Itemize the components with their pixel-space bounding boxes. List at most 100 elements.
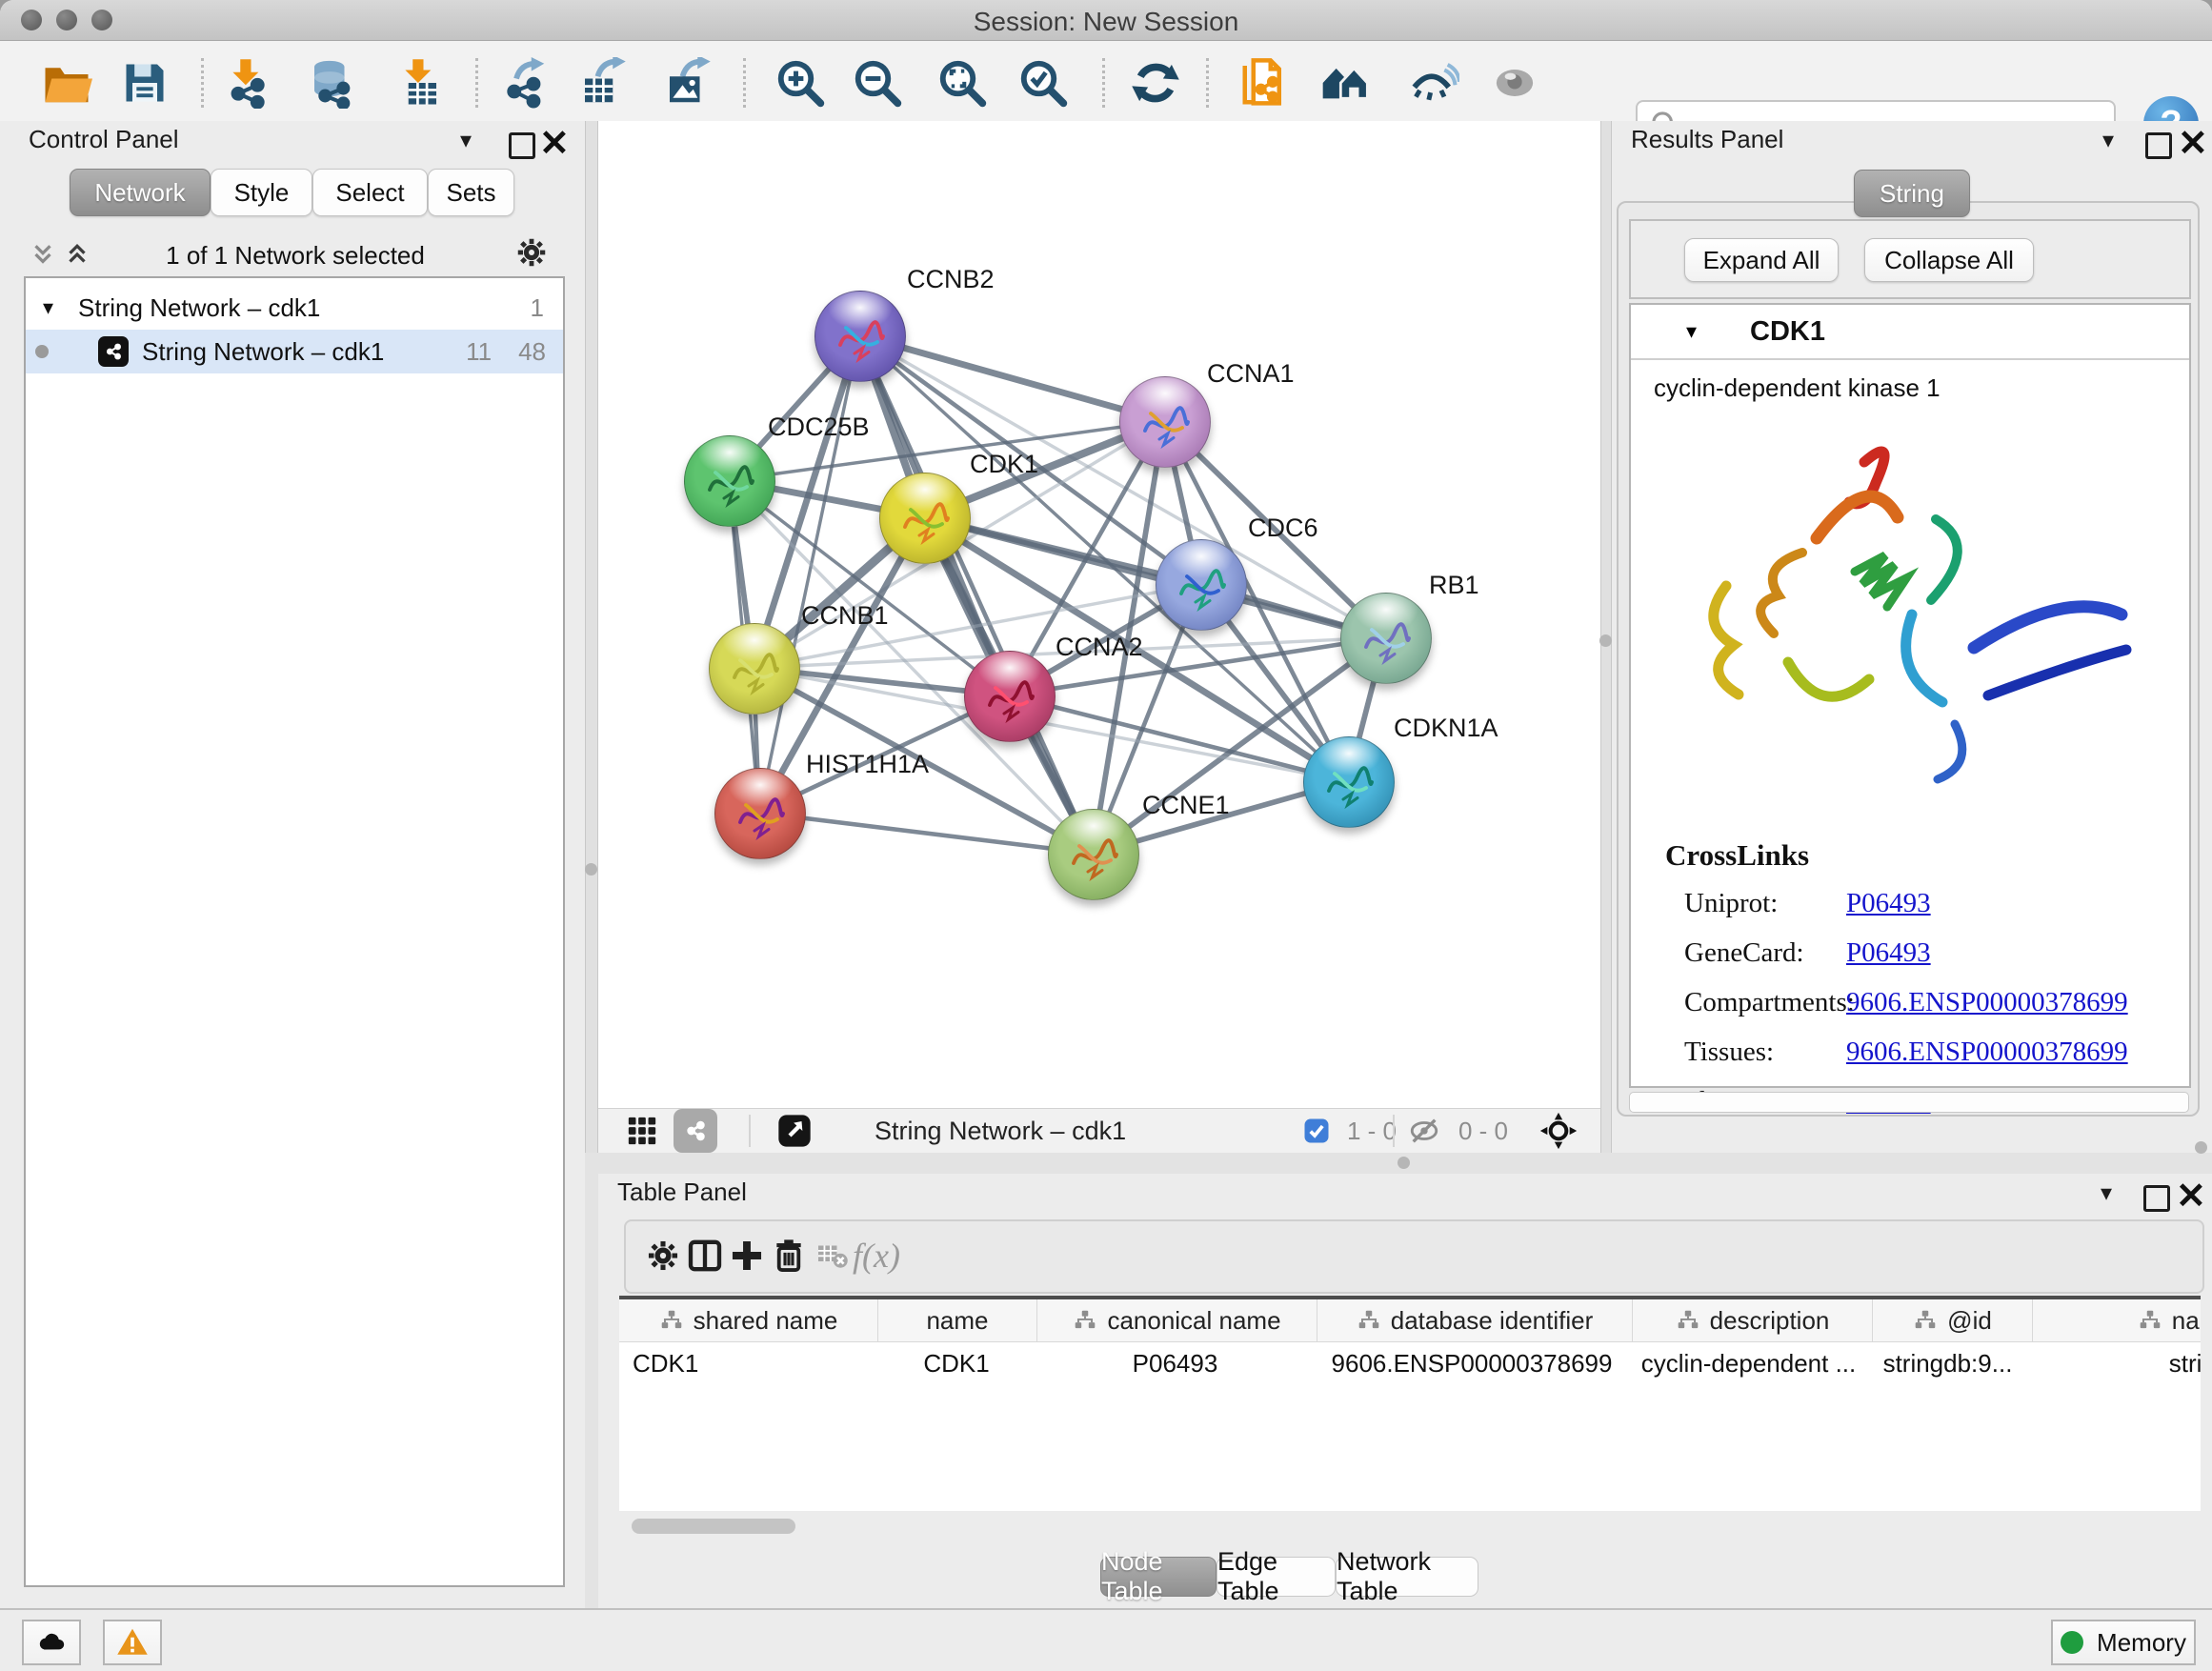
results-panel-close-icon[interactable]: ✕	[2178, 127, 2208, 161]
table-cell[interactable]: CDK1	[619, 1342, 877, 1384]
left-splitter-handle[interactable]	[585, 863, 597, 876]
import-table-button[interactable]	[391, 54, 448, 111]
crosslink-label: GeneCard:	[1684, 937, 1846, 969]
left-splitter[interactable]	[585, 121, 598, 1153]
horizontal-splitter-handle[interactable]	[1398, 1157, 1410, 1169]
tab-sets[interactable]: Sets	[428, 169, 514, 216]
home-button[interactable]	[1317, 54, 1374, 111]
control-panel-close-icon[interactable]: ✕	[539, 127, 570, 161]
network-node-cdk1[interactable]	[879, 473, 971, 564]
scrollbar-thumb[interactable]	[632, 1519, 795, 1534]
tree-expand-icon[interactable]: ▾	[43, 295, 53, 320]
crosslink-label: Compartments:	[1684, 987, 1846, 1018]
table-cell[interactable]: CDK1	[877, 1342, 1036, 1384]
table-panel-menu-icon[interactable]: ▾	[2101, 1176, 2112, 1210]
results-horizontal-scrollbar[interactable]	[1629, 1092, 2189, 1113]
network-node-ccna2[interactable]	[964, 651, 1056, 742]
save-session-button[interactable]	[116, 54, 173, 111]
results-splitter-handle[interactable]	[2195, 1141, 2207, 1154]
zoom-out-button[interactable]	[849, 54, 906, 111]
cdk1-section-header[interactable]: ▾ CDK1	[1631, 305, 2189, 360]
crosslink-value-link[interactable]: P06493	[1846, 937, 1931, 969]
import-network-button[interactable]	[218, 54, 275, 111]
refresh-view-button[interactable]	[1127, 54, 1184, 111]
selected-checkbox-icon[interactable]	[1299, 1113, 1334, 1149]
expand-all-button[interactable]: Expand All	[1684, 238, 1839, 282]
expand-all-icon[interactable]	[63, 237, 91, 272]
crosslink-value-link[interactable]: P06493	[1846, 888, 1931, 919]
import-network-database-button[interactable]	[303, 54, 360, 111]
string-view-icon[interactable]	[671, 1113, 720, 1149]
table-horizontal-scrollbar[interactable]	[624, 1517, 2201, 1536]
network-node-rb1[interactable]	[1340, 593, 1432, 684]
hidden-counts: 0 - 0	[1445, 1113, 1521, 1149]
birds-eye-crosshair-icon[interactable]	[1534, 1113, 1583, 1149]
network-collection-row[interactable]: ▾ String Network – cdk1 1	[26, 286, 563, 330]
table-panel-title: Table Panel	[617, 1178, 747, 1207]
tab-edge-table[interactable]: Edge Table	[1217, 1557, 1336, 1597]
export-network-button[interactable]	[496, 54, 553, 111]
network-row[interactable]: String Network – cdk1 11 48	[26, 330, 563, 373]
grid-view-icon[interactable]	[619, 1113, 665, 1149]
right-splitter-handle[interactable]	[1599, 634, 1612, 647]
hidden-eye-icon[interactable]	[1403, 1113, 1445, 1149]
tab-network-table[interactable]: Network Table	[1336, 1557, 1478, 1597]
node-label-ccna2: CCNA2	[1056, 633, 1143, 662]
control-panel-menu-icon[interactable]: ▾	[460, 123, 472, 157]
table-cell[interactable]: P06493	[1036, 1342, 1315, 1384]
column-header-database-identifier[interactable]: database identifier	[1317, 1299, 1633, 1341]
open-in-window-icon[interactable]	[770, 1113, 819, 1149]
column-header-namespace[interactable]: namespace	[2033, 1299, 2201, 1341]
network-node-ccna1[interactable]	[1119, 376, 1211, 468]
cloud-status-button[interactable]	[22, 1620, 81, 1665]
open-session-button[interactable]	[38, 54, 95, 111]
fit-content-button[interactable]	[934, 54, 991, 111]
column-header-name[interactable]: name	[878, 1299, 1037, 1341]
network-node-cdkn1a[interactable]	[1303, 736, 1395, 828]
table-panel-float-icon[interactable]	[2143, 1181, 2170, 1216]
warning-status-button[interactable]	[103, 1620, 162, 1665]
tab-node-table[interactable]: Node Table	[1100, 1557, 1217, 1597]
tab-style[interactable]: Style	[211, 169, 312, 216]
collapse-all-button[interactable]: Collapse All	[1864, 238, 2034, 282]
table-panel-close-icon[interactable]: ✕	[2176, 1179, 2206, 1214]
eye-button[interactable]	[1486, 54, 1543, 111]
network-node-cdc6[interactable]	[1156, 539, 1247, 631]
column-header--id[interactable]: @id	[1873, 1299, 2033, 1341]
zoom-in-icon	[774, 57, 826, 109]
network-node-cdc25b[interactable]	[684, 435, 775, 527]
tab-network[interactable]: Network	[70, 169, 211, 216]
zoom-selected-button[interactable]	[1015, 54, 1072, 111]
crosslink-value-link[interactable]: 9606.ENSP00000378699	[1846, 987, 2128, 1018]
network-options-gear-icon[interactable]	[514, 235, 549, 270]
crosslink-value-link[interactable]: 9606.ENSP00000378699	[1846, 1037, 2128, 1068]
table-toolbar: f(x)	[624, 1219, 2204, 1294]
hide-panels-button[interactable]	[1405, 54, 1462, 111]
share-document-button[interactable]	[1236, 54, 1293, 111]
zoom-in-button[interactable]	[772, 54, 829, 111]
results-panel-menu-icon[interactable]: ▾	[2102, 123, 2114, 157]
section-collapse-icon[interactable]: ▾	[1686, 319, 1697, 344]
table-cell[interactable]: 9606.ENSP00000378699	[1315, 1342, 1629, 1384]
memory-button[interactable]: Memory	[2051, 1620, 2196, 1665]
table-cell[interactable]: stringdb:9...	[1868, 1342, 2027, 1384]
network-canvas[interactable]: CCNB2CCNA1CDC25BCDK1CDC6RB1CCNB1CCNA2CDK…	[598, 121, 1600, 1108]
table-row[interactable]: CDK1CDK1P064939606.ENSP00000378699cyclin…	[619, 1342, 2201, 1384]
tab-string[interactable]: String	[1854, 170, 1970, 217]
network-node-ccnb1[interactable]	[709, 623, 800, 715]
table-cell[interactable]: cyclin-dependent ...	[1629, 1342, 1868, 1384]
control-panel-float-icon[interactable]	[509, 129, 535, 163]
tab-select[interactable]: Select	[312, 169, 428, 216]
export-table-button[interactable]	[573, 54, 631, 111]
network-node-hist1h1a[interactable]	[714, 768, 806, 859]
network-node-ccnb2[interactable]	[814, 291, 906, 382]
collapse-all-icon[interactable]	[29, 237, 57, 272]
table-cell[interactable]: stringdb	[2027, 1342, 2201, 1384]
export-image-button[interactable]	[658, 54, 715, 111]
network-node-ccne1[interactable]	[1048, 809, 1139, 900]
node-table[interactable]: shared namenamecanonical namedatabase id…	[619, 1296, 2201, 1511]
column-header-description[interactable]: description	[1633, 1299, 1873, 1341]
results-panel-float-icon[interactable]	[2145, 129, 2172, 163]
column-header-canonical-name[interactable]: canonical name	[1037, 1299, 1317, 1341]
column-header-shared-name[interactable]: shared name	[619, 1299, 878, 1341]
